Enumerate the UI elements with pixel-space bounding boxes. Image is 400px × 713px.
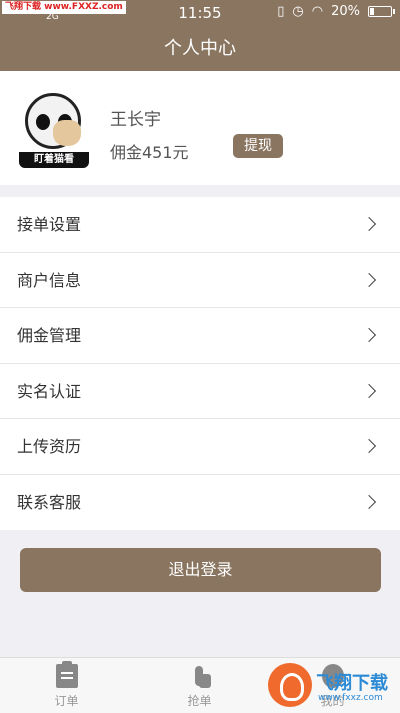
battery-percent: 20% [331,4,360,19]
vibrate-icon: ▯ [277,4,285,19]
user-name: 王长宇 [110,110,161,130]
tab-label: 抢单 [187,694,212,708]
menu-item-label: 商户信息 [17,270,82,290]
tab-orders[interactable]: 订单 [0,658,133,713]
watermark-logo: 飞翔下载 www.fxxz.com [262,663,400,713]
avatar[interactable]: 盯着猫看 [19,90,89,168]
status-icons: ▯ ◷ ◠ 20% [277,4,395,19]
tab-grab-orders[interactable]: 抢单 [133,658,266,713]
menu-item-merchant-info[interactable]: 商户信息 [0,253,400,308]
chevron-right-icon [361,383,377,398]
logo-site: www.fxxz.com [318,693,383,703]
chevron-right-icon [361,438,377,454]
chevron-right-icon [361,327,377,343]
logo-brand: 飞翔下载 [316,673,388,694]
commission-amount: 佣金451元 [110,143,189,162]
chevron-right-icon [361,272,377,287]
settings-menu: 接单设置 商户信息 佣金管理 实名认证 上传资历 联系客服 [0,197,400,530]
tab-label: 订单 [54,694,79,708]
battery-icon [368,6,395,17]
menu-item-verification[interactable]: 实名认证 [0,364,400,419]
menu-item-label: 接单设置 [17,215,82,234]
menu-item-customer-service[interactable]: 联系客服 [0,475,400,531]
alarm-icon: ◷ [292,4,304,19]
logo-icon [268,663,312,707]
hand-tap-icon [189,664,211,688]
avatar-cat [53,120,81,146]
chevron-right-icon [361,494,377,509]
menu-item-label: 佣金管理 [17,326,82,345]
menu-item-label: 联系客服 [17,492,82,512]
menu-item-label: 实名认证 [17,381,82,401]
menu-item-label: 上传资历 [17,437,82,456]
page-header: 个人中心 [0,26,400,71]
clipboard-icon [55,661,78,688]
chevron-right-icon [361,216,377,232]
menu-item-commission[interactable]: 佣金管理 [0,308,400,364]
page-title: 个人中心 [164,38,236,59]
menu-item-upload-credentials[interactable]: 上传资历 [0,419,400,475]
wifi-icon: ◠ [311,4,324,19]
status-bar: 飞翔下载 www.FXXZ.com 2G 11:55 ▯ ◷ ◠ 20% [0,0,400,26]
avatar-eye-left [36,114,50,130]
logout-button[interactable]: 退出登录 [20,548,381,592]
avatar-caption: 盯着猫看 [19,152,89,168]
profile-card: 盯着猫看 王长宇 佣金451元 提现 [0,71,400,185]
menu-item-order-settings[interactable]: 接单设置 [0,197,400,253]
withdraw-button[interactable]: 提现 [233,134,283,158]
